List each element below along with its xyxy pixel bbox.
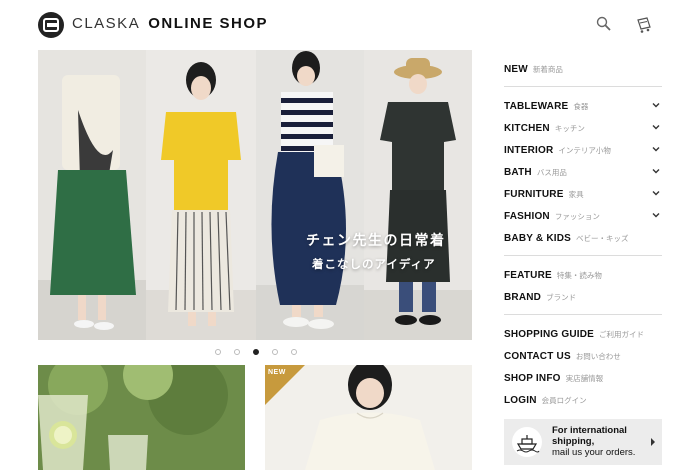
nav-label: CONTACT US [504, 351, 571, 362]
nav-sublabel: インテリア小物 [558, 146, 611, 155]
site-header: CLASKA ONLINE SHOP [0, 0, 700, 50]
nav-sublabel: 食器 [573, 102, 589, 111]
sidebar-item-furniture[interactable]: FURNITURE 家具 [504, 182, 662, 204]
chevron-down-icon[interactable] [652, 123, 660, 131]
sidebar-item-interior[interactable]: INTERIOR インテリア小物 [504, 138, 662, 160]
chevron-down-icon[interactable] [652, 167, 660, 175]
sidebar-nav: NEW 新着商品 TABLEWARE 食器 KITCHEN キッチン INTERIOR… [504, 50, 662, 470]
ship-icon [512, 427, 542, 457]
sidebar-item-contact-us[interactable]: CONTACT US お問い合わせ [504, 344, 662, 366]
slider-dot-5[interactable] [291, 349, 297, 355]
cart-icon[interactable] [634, 15, 654, 35]
nav-group-info: SHOPPING GUIDE ご利用ガイド CONTACT US お問い合わせ SH… [504, 315, 662, 417]
nav-label: INTERIOR [504, 145, 554, 156]
product-card-drinks[interactable] [38, 365, 245, 470]
search-icon[interactable] [595, 15, 615, 35]
nav-label: LOGIN [504, 395, 537, 406]
hero-slider[interactable]: チェン先生の日常着 着こなしのアイディア [38, 50, 472, 340]
site-logo[interactable]: CLASKA ONLINE SHOP [72, 15, 268, 32]
brand-name: CLASKA [72, 15, 141, 32]
sidebar-item-login[interactable]: LOGIN 会員ログイン [504, 388, 662, 410]
nav-sublabel: ベビー・キッズ [576, 234, 629, 243]
sidebar-item-baby-kids[interactable]: BABY & KIDS ベビー・キッズ [504, 226, 662, 248]
nav-label: BRAND [504, 292, 542, 303]
intl-line-3: mail us your orders. [552, 447, 636, 458]
nav-sublabel: ファッション [554, 212, 600, 221]
hero-photo-1 [38, 50, 146, 340]
nav-sublabel: 新着商品 [532, 65, 563, 74]
slider-dot-4[interactable] [272, 349, 278, 355]
slider-dot-3[interactable] [253, 349, 259, 355]
chevron-down-icon[interactable] [652, 211, 660, 219]
nav-label: TABLEWARE [504, 101, 569, 112]
sidebar-item-bath[interactable]: BATH バス用品 [504, 160, 662, 182]
nav-label: FEATURE [504, 270, 552, 281]
sidebar-item-tableware[interactable]: TABLEWARE 食器 [504, 94, 662, 116]
sidebar-item-shop-info[interactable]: SHOP INFO 実店舗情報 [504, 366, 662, 388]
product-card-blouse[interactable]: NEW [265, 365, 472, 470]
sidebar-item-kitchen[interactable]: KITCHEN キッチン [504, 116, 662, 138]
international-shipping-text: For international shipping, mail us your… [552, 425, 650, 458]
nav-sublabel: お問い合わせ [575, 352, 621, 361]
hero-photo-3 [256, 50, 364, 340]
sidebar-item-brand[interactable]: BRAND ブランド [504, 285, 662, 307]
hero-caption: チェン先生の日常着 着こなしのアイディア [306, 230, 446, 272]
chevron-right-icon [651, 438, 655, 446]
sidebar-item-fashion[interactable]: FASHION ファッション [504, 204, 662, 226]
intl-line-1: For international [552, 425, 627, 436]
nav-sublabel: 特集・読み物 [556, 271, 602, 280]
slider-dots [215, 349, 297, 355]
chevron-down-icon[interactable] [652, 145, 660, 153]
nav-label: KITCHEN [504, 123, 550, 134]
claska-logo-icon[interactable] [38, 12, 64, 38]
international-shipping-banner[interactable]: For international shipping, mail us your… [504, 419, 662, 465]
hero-caption-title: チェン先生の日常着 [306, 232, 446, 248]
nav-sublabel: ブランド [546, 293, 577, 302]
intl-line-2: shipping, [552, 436, 595, 447]
slider-dot-2[interactable] [234, 349, 240, 355]
nav-sublabel: ご利用ガイド [599, 330, 645, 339]
brand-subtitle: ONLINE SHOP [148, 15, 269, 32]
nav-group-new: NEW 新着商品 [504, 50, 662, 86]
nav-sublabel: バス用品 [536, 168, 567, 177]
nav-sublabel: 家具 [568, 190, 584, 199]
new-badge: NEW [268, 369, 286, 376]
nav-sublabel: 実店舗情報 [565, 374, 604, 383]
sidebar-item-new[interactable]: NEW 新着商品 [504, 57, 662, 79]
nav-label: FASHION [504, 211, 550, 222]
nav-label: NEW [504, 64, 528, 75]
nav-label: FURNITURE [504, 189, 564, 200]
sidebar-item-shopping-guide[interactable]: SHOPPING GUIDE ご利用ガイド [504, 322, 662, 344]
hero-photo-2 [146, 50, 256, 340]
nav-group-features: FEATURE 特集・読み物 BRAND ブランド [504, 256, 662, 314]
hero-photo-4 [364, 50, 472, 340]
nav-sublabel: 会員ログイン [541, 396, 587, 405]
hero-caption-subtitle: 着こなしのアイディア [312, 259, 436, 271]
nav-label: BATH [504, 167, 532, 178]
nav-label: SHOPPING GUIDE [504, 329, 595, 340]
nav-sublabel: キッチン [554, 124, 585, 133]
slider-dot-1[interactable] [215, 349, 221, 355]
sidebar-item-feature[interactable]: FEATURE 特集・読み物 [504, 263, 662, 285]
nav-group-categories: TABLEWARE 食器 KITCHEN キッチン INTERIOR インテリア小物 … [504, 87, 662, 255]
chevron-down-icon[interactable] [652, 189, 660, 197]
nav-label: BABY & KIDS [504, 233, 572, 244]
nav-label: SHOP INFO [504, 373, 561, 384]
chevron-down-icon[interactable] [652, 101, 660, 109]
